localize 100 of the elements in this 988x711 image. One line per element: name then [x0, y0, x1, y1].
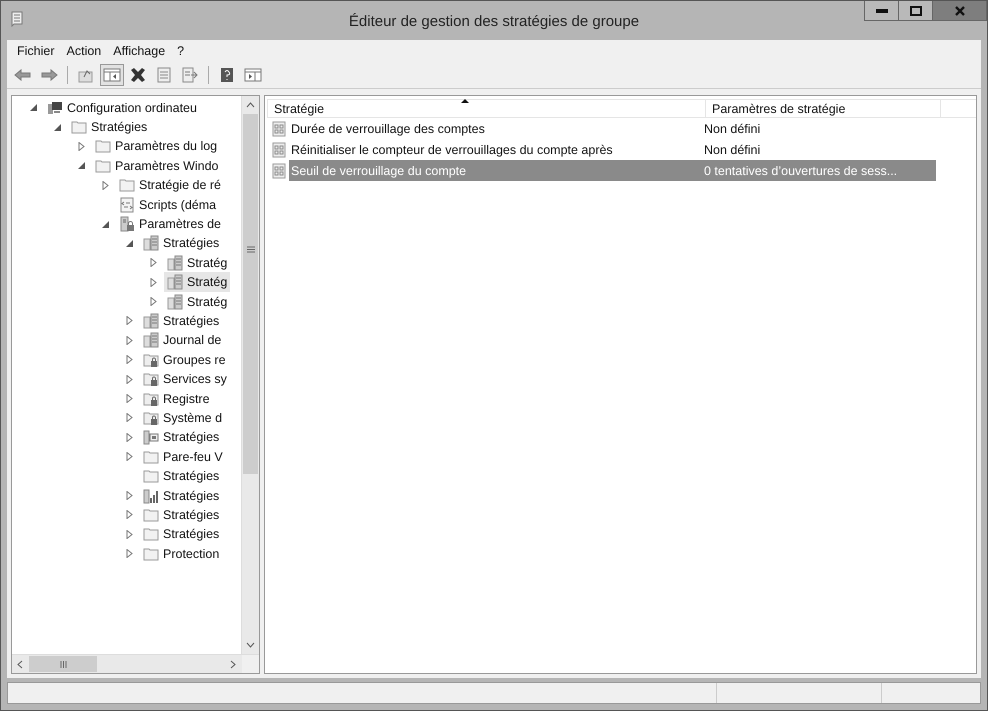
- column-header-filler: [941, 99, 976, 118]
- expand-arrow-icon[interactable]: [126, 374, 134, 384]
- server-icon: [143, 313, 159, 329]
- grip-icon: [60, 660, 66, 668]
- folder-icon: [143, 448, 159, 465]
- tree-item[interactable]: Stratégies: [140, 486, 222, 506]
- minimize-icon: [876, 8, 888, 12]
- expand-arrow-icon[interactable]: [126, 530, 134, 539]
- collapse-arrow-icon[interactable]: [78, 161, 86, 170]
- tree-item[interactable]: Stratégies: [140, 466, 222, 486]
- expand-arrow-icon[interactable]: [126, 316, 134, 326]
- policy-setting: Non défini: [704, 122, 762, 136]
- collapse-arrow-icon[interactable]: [126, 238, 134, 248]
- scroll-thumb[interactable]: [29, 656, 97, 672]
- expand-arrow-icon[interactable]: [126, 452, 134, 462]
- scroll-right-icon[interactable]: [230, 660, 236, 668]
- collapse-arrow-icon[interactable]: [30, 103, 38, 112]
- policy-setting: 0 tentatives d’ouvertures de sess...: [704, 164, 898, 178]
- expand-arrow-icon[interactable]: [126, 336, 134, 345]
- tree-item[interactable]: Stratég: [164, 272, 230, 292]
- tree-item[interactable]: Stratég: [164, 292, 230, 312]
- policy-name: Durée de verrouillage des comptes: [290, 122, 486, 136]
- policy-row[interactable]: Réinitialiser le compteur de verrouillages du compte après Non défini: [289, 139, 936, 160]
- tree-item[interactable]: Stratégie de ré: [116, 175, 224, 196]
- expand-arrow-icon[interactable]: [150, 258, 158, 268]
- left-arrow-icon: [14, 67, 32, 83]
- tree-item[interactable]: Stratégies: [140, 427, 222, 448]
- delete-icon: [129, 67, 147, 83]
- policy-row[interactable]: Durée de verrouillage des comptes Non défini: [289, 118, 936, 139]
- tree-item[interactable]: Stratégies: [68, 117, 150, 138]
- column-header[interactable]: Paramètres de stratégie: [706, 99, 941, 118]
- policy-icon: [271, 162, 287, 178]
- close-icon: [954, 6, 964, 16]
- tree-item[interactable]: Stratégies: [140, 233, 222, 254]
- menu-item[interactable]: ?: [171, 44, 190, 58]
- expand-arrow-icon[interactable]: [126, 549, 134, 558]
- folder-icon: [95, 158, 111, 174]
- policy-name: Réinitialiser le compteur de verrouillages du compte après: [290, 142, 614, 156]
- pane-icon: [103, 67, 121, 83]
- tree-item[interactable]: Paramètres du log: [92, 136, 220, 156]
- locked-folder-icon: [143, 371, 159, 388]
- collapse-arrow-icon[interactable]: [102, 220, 110, 229]
- tree-item[interactable]: Registre: [140, 388, 213, 409]
- grip-icon: [246, 246, 254, 252]
- column-header[interactable]: Stratégie: [267, 99, 706, 118]
- tree-item[interactable]: Stratégies: [140, 504, 222, 525]
- expand-arrow-icon[interactable]: [126, 355, 134, 364]
- tree-item[interactable]: Services sy: [140, 369, 230, 390]
- folder-icon: [143, 546, 159, 562]
- scroll-up-icon[interactable]: [246, 102, 255, 108]
- script-icon: [119, 196, 135, 213]
- locked-folder-icon: [143, 352, 159, 368]
- policy-icon: [271, 142, 287, 158]
- locked-folder-icon: [143, 410, 159, 426]
- expand-arrow-icon[interactable]: [126, 510, 134, 520]
- expand-arrow-icon[interactable]: [150, 297, 158, 306]
- close-button[interactable]: [932, 1, 987, 21]
- expand-arrow-icon[interactable]: [150, 278, 158, 287]
- collapse-arrow-icon[interactable]: [54, 122, 62, 132]
- chart-icon: [143, 488, 159, 504]
- expand-arrow-icon[interactable]: [126, 432, 134, 442]
- scroll-left-icon[interactable]: [17, 660, 23, 668]
- tree-item[interactable]: Système d: [140, 408, 226, 428]
- menu-item[interactable]: Action: [60, 44, 108, 58]
- tree-item[interactable]: Groupes re: [140, 350, 229, 370]
- scroll-thumb[interactable]: [243, 114, 258, 474]
- tree-item[interactable]: Stratégies: [140, 524, 222, 544]
- right-arrow-icon: [40, 67, 58, 83]
- tree-item[interactable]: Configuration ordinateu: [44, 98, 200, 118]
- tree-item[interactable]: Scripts (déma: [116, 194, 220, 215]
- scroll-down-icon[interactable]: [246, 642, 255, 648]
- expand-arrow-icon[interactable]: [126, 413, 134, 422]
- expand-arrow-icon[interactable]: [126, 394, 134, 404]
- horizontal-scrollbar[interactable]: [12, 654, 259, 673]
- menu-item[interactable]: Fichier: [11, 44, 61, 58]
- tree-item[interactable]: Protection: [140, 544, 222, 564]
- folder-icon: [143, 468, 159, 484]
- tree-item[interactable]: Pare-feu V: [140, 446, 226, 467]
- tree-item[interactable]: Paramètres de: [116, 214, 224, 234]
- tree-item[interactable]: Paramètres Windo: [92, 156, 222, 176]
- scroll-icon: [11, 11, 23, 27]
- minimize-button[interactable]: [864, 1, 899, 21]
- folder-icon: [143, 526, 159, 542]
- vertical-scrollbar[interactable]: [241, 96, 259, 654]
- tree-item[interactable]: Journal de: [140, 330, 224, 350]
- expand-arrow-icon[interactable]: [102, 180, 110, 190]
- server-icon: [167, 274, 183, 290]
- menu-item[interactable]: Affichage: [107, 44, 172, 58]
- tree-item[interactable]: Stratégies: [140, 311, 222, 331]
- maximize-icon: [910, 6, 922, 16]
- maximize-button[interactable]: [898, 1, 933, 21]
- computer-icon: [47, 100, 63, 116]
- folder-icon: [71, 119, 87, 136]
- server-icon: [167, 254, 183, 271]
- sort-arrow-icon: [461, 99, 469, 103]
- tree-item[interactable]: Stratég: [164, 252, 230, 273]
- policy-icon: [271, 120, 287, 136]
- expand-arrow-icon[interactable]: [78, 142, 86, 151]
- expand-arrow-icon[interactable]: [126, 491, 134, 500]
- tree-toggle-button[interactable]: [100, 64, 124, 86]
